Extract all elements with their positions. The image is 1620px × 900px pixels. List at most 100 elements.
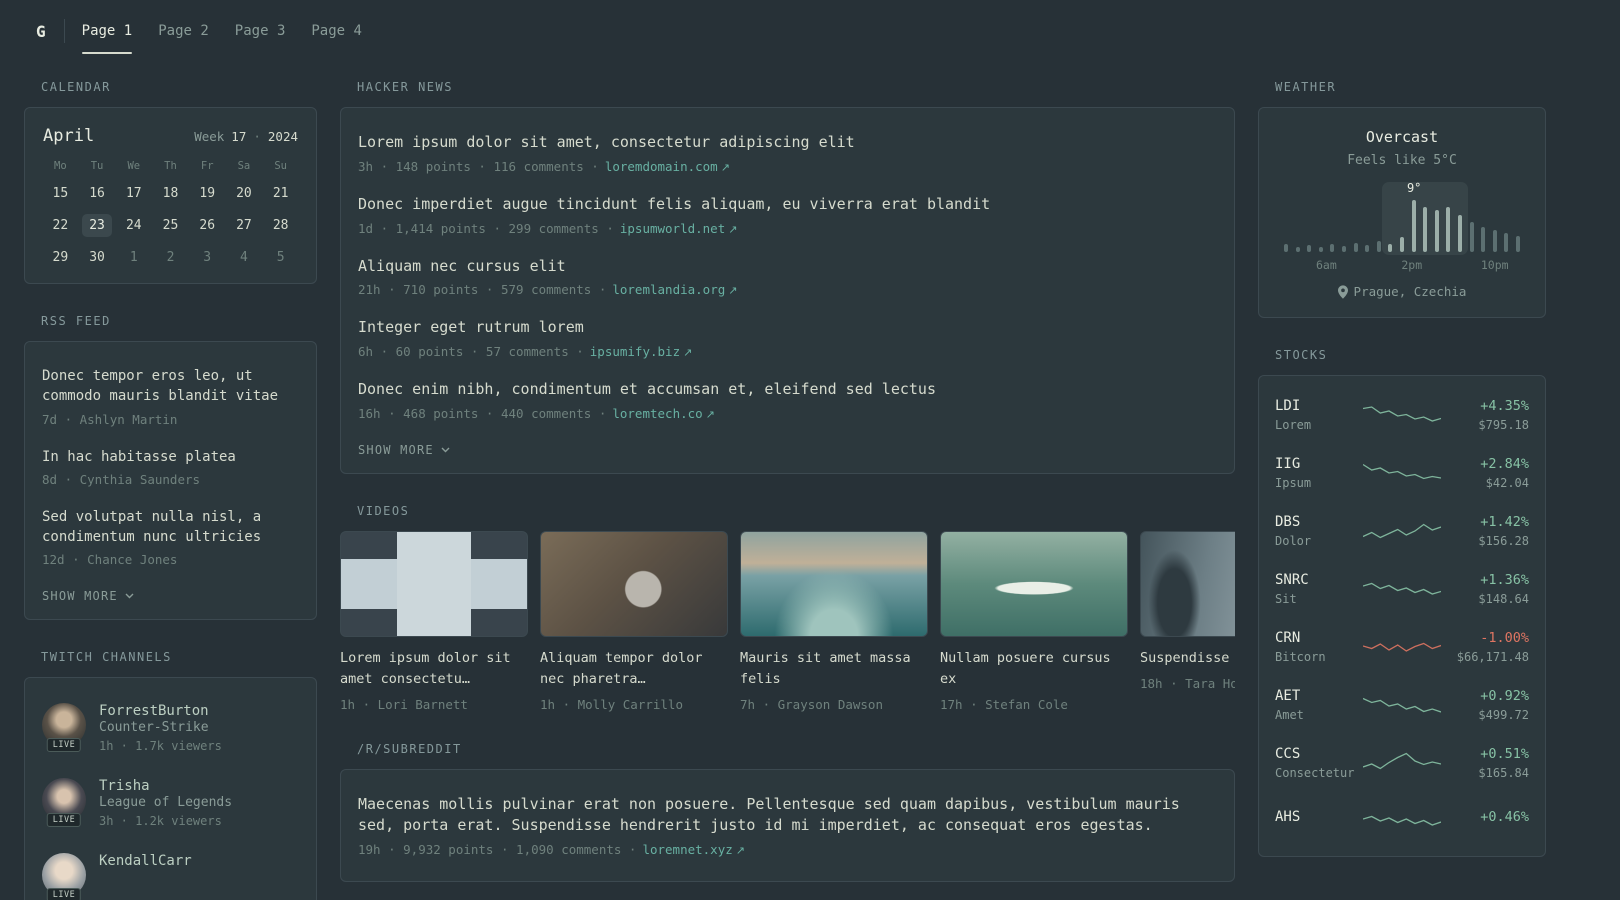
rss-item: Sed volutpat nulla nisl, a condimentum n… bbox=[42, 497, 299, 578]
weather-bar bbox=[1295, 247, 1300, 252]
calendar-week-indicator: Week 17 · 2024 bbox=[194, 129, 298, 144]
stock-row[interactable]: AHS +0.46% bbox=[1275, 792, 1529, 846]
hn-item-title[interactable]: Donec imperdiet augue tincidunt felis al… bbox=[358, 194, 1217, 216]
stock-row[interactable]: SNRC Sit +1.36% $148.64 bbox=[1275, 560, 1529, 618]
stock-values: -1.00% $66,171.48 bbox=[1441, 630, 1529, 664]
hn-item-domain-link[interactable]: ipsumify.biz ↗ bbox=[590, 344, 693, 359]
stock-row[interactable]: DBS Dolor +1.42% $156.28 bbox=[1275, 502, 1529, 560]
calendar-day: 16 bbox=[89, 186, 105, 201]
stock-change: +4.35% bbox=[1480, 398, 1529, 414]
stock-symbol[interactable]: AHS bbox=[1275, 809, 1363, 825]
hn-show-more-button[interactable]: SHOW MORE bbox=[358, 441, 450, 459]
weather-location[interactable]: Prague, Czechia bbox=[1276, 284, 1528, 299]
videos-row: Lorem ipsum dolor sit amet consectetu… 1… bbox=[340, 530, 1235, 712]
video-title[interactable]: Suspendisse porta diam bbox=[1140, 648, 1235, 669]
stock-row[interactable]: IIG Ipsum +2.84% $42.04 bbox=[1275, 444, 1529, 502]
dashboard-page: G Page 1 Page 2 Page 3 Page 4 CALENDAR A… bbox=[0, 0, 1620, 900]
channel-name[interactable]: Trisha bbox=[99, 778, 232, 794]
rss-item-meta-text: 7d · Ashlyn Martin bbox=[42, 411, 178, 427]
hn-item-domain-link[interactable]: loremdomain.com ↗ bbox=[605, 159, 730, 174]
video-thumbnail[interactable] bbox=[1140, 530, 1235, 637]
channel-avatar-wrap: LIVE bbox=[42, 778, 86, 828]
rss-item-title[interactable]: Donec tempor eros leo, ut commodo mauris… bbox=[42, 366, 299, 407]
weather-bar bbox=[1446, 207, 1451, 252]
rss-show-more-label: SHOW MORE bbox=[42, 589, 118, 604]
stock-row[interactable]: CRN Bitcorn -1.00% $66,171.48 bbox=[1275, 618, 1529, 676]
app-logo[interactable]: G bbox=[24, 22, 64, 41]
video-card[interactable]: Mauris sit amet massa felis 7h · Grayson… bbox=[740, 530, 928, 712]
hn-item-title[interactable]: Integer eget rutrum lorem bbox=[358, 317, 1217, 339]
video-title[interactable]: Nullam posuere cursus ex bbox=[940, 648, 1128, 690]
stock-id: DBS Dolor bbox=[1275, 514, 1363, 548]
video-card[interactable]: Suspendisse porta diam 18h · Tara Hollan… bbox=[1140, 530, 1235, 712]
video-title[interactable]: Mauris sit amet massa felis bbox=[740, 648, 928, 690]
stock-symbol[interactable]: AET bbox=[1275, 688, 1363, 704]
channel-name[interactable]: KendallCarr bbox=[99, 853, 192, 869]
calendar-day-name: Fr bbox=[200, 160, 214, 172]
weather-time-axis: 6am 2pm 10pm bbox=[1280, 258, 1524, 272]
nav-divider bbox=[63, 19, 65, 43]
tab-page-1[interactable]: Page 1 bbox=[69, 4, 146, 58]
hn-item-title[interactable]: Aliquam nec cursus elit bbox=[358, 256, 1217, 278]
channel-category[interactable]: League of Legends bbox=[99, 795, 232, 810]
video-card[interactable]: Aliquam tempor dolor nec pharetra… 1h · … bbox=[540, 530, 728, 712]
video-thumbnail[interactable] bbox=[740, 530, 928, 637]
tab-page-3[interactable]: Page 3 bbox=[222, 4, 299, 58]
stock-row[interactable]: CCS Consectetur +0.51% $165.84 bbox=[1275, 734, 1529, 792]
stock-symbol[interactable]: CRN bbox=[1275, 630, 1363, 646]
hn-item-domain-link[interactable]: ipsumworld.net ↗ bbox=[620, 221, 738, 236]
calendar-day: 25 bbox=[162, 218, 179, 233]
rss-item-meta: 12d · Chance Jones bbox=[42, 552, 299, 567]
subreddit-box: Maecenas mollis pulvinar erat non posuer… bbox=[340, 768, 1235, 883]
tab-page-4[interactable]: Page 4 bbox=[298, 4, 375, 58]
video-thumbnail[interactable] bbox=[940, 530, 1128, 637]
weather-bar bbox=[1399, 237, 1404, 252]
weather-bar bbox=[1284, 244, 1288, 252]
rss-item-title[interactable]: Sed volutpat nulla nisl, a condimentum n… bbox=[42, 507, 299, 548]
video-meta: 18h · Tara Holland bbox=[1140, 675, 1235, 691]
weather-bar bbox=[1365, 245, 1370, 252]
channel-name[interactable]: ForrestBurton bbox=[99, 703, 222, 719]
video-thumbnail[interactable] bbox=[540, 530, 728, 637]
hn-item-domain-link[interactable]: loremlandia.org ↗ bbox=[612, 282, 737, 297]
stock-name: Dolor bbox=[1275, 534, 1312, 548]
twitch-channel[interactable]: LIVE KendallCarr bbox=[42, 842, 299, 900]
stock-symbol[interactable]: IIG bbox=[1275, 456, 1363, 472]
external-link-icon: ↗ bbox=[720, 160, 730, 174]
video-card[interactable]: Lorem ipsum dolor sit amet consectetu… 1… bbox=[340, 530, 528, 712]
rss-show-more-button[interactable]: SHOW MORE bbox=[42, 587, 134, 605]
reddit-post-domain-link[interactable]: loremnet.xyz ↗ bbox=[642, 842, 745, 857]
calendar-week-word: Week bbox=[194, 129, 225, 144]
stock-symbol[interactable]: DBS bbox=[1275, 514, 1363, 530]
video-title[interactable]: Aliquam tempor dolor nec pharetra… bbox=[540, 648, 728, 690]
calendar-day: 4 bbox=[240, 250, 248, 265]
hn-item-domain-link[interactable]: loremtech.co ↗ bbox=[612, 406, 715, 421]
reddit-post-stats: 19h · 9,932 points · 1,090 comments · bbox=[358, 842, 637, 858]
stock-symbol[interactable]: CCS bbox=[1275, 746, 1363, 762]
twitch-channel[interactable]: LIVE ForrestBurton Counter-Strike 1h · 1… bbox=[42, 692, 299, 767]
channel-info: KendallCarr bbox=[99, 853, 192, 873]
channel-meta: 1h · 1.7k viewers bbox=[99, 739, 222, 754]
video-title[interactable]: Lorem ipsum dolor sit amet consectetu… bbox=[340, 648, 528, 690]
channel-avatar-wrap: LIVE bbox=[42, 853, 86, 900]
stock-row[interactable]: AET Amet +0.92% $499.72 bbox=[1275, 676, 1529, 734]
stock-price: $499.72 bbox=[1478, 708, 1529, 722]
video-card[interactable]: Nullam posuere cursus ex 17h · Stefan Co… bbox=[940, 530, 1128, 712]
twitch-channel[interactable]: LIVE Trisha League of Legends 3h · 1.2k … bbox=[42, 767, 299, 842]
stock-row[interactable]: LDI Lorem +4.35% $795.18 bbox=[1275, 386, 1529, 444]
reddit-post-title[interactable]: Maecenas mollis pulvinar erat non posuer… bbox=[358, 794, 1217, 838]
calendar-month: April bbox=[43, 126, 95, 146]
stock-symbol[interactable]: SNRC bbox=[1275, 572, 1363, 588]
stock-symbol[interactable]: LDI bbox=[1275, 398, 1363, 414]
hn-item-title[interactable]: Donec enim nibh, condimentum et accumsan… bbox=[358, 379, 1217, 401]
rss-item-title[interactable]: In hac habitasse platea bbox=[42, 447, 299, 467]
channel-category[interactable]: Counter-Strike bbox=[99, 720, 209, 735]
top-nav: G Page 1 Page 2 Page 3 Page 4 bbox=[24, 0, 1546, 58]
stock-values: +0.51% $165.84 bbox=[1441, 746, 1529, 780]
video-thumbnail[interactable] bbox=[340, 530, 528, 637]
tab-page-2[interactable]: Page 2 bbox=[145, 4, 222, 58]
hn-item-title[interactable]: Lorem ipsum dolor sit amet, consectetur … bbox=[358, 132, 1217, 154]
calendar-day: 28 bbox=[272, 218, 289, 233]
subreddit-widget-label: /R/SUBREDDIT bbox=[357, 741, 462, 756]
external-link-icon: ↗ bbox=[683, 346, 693, 359]
